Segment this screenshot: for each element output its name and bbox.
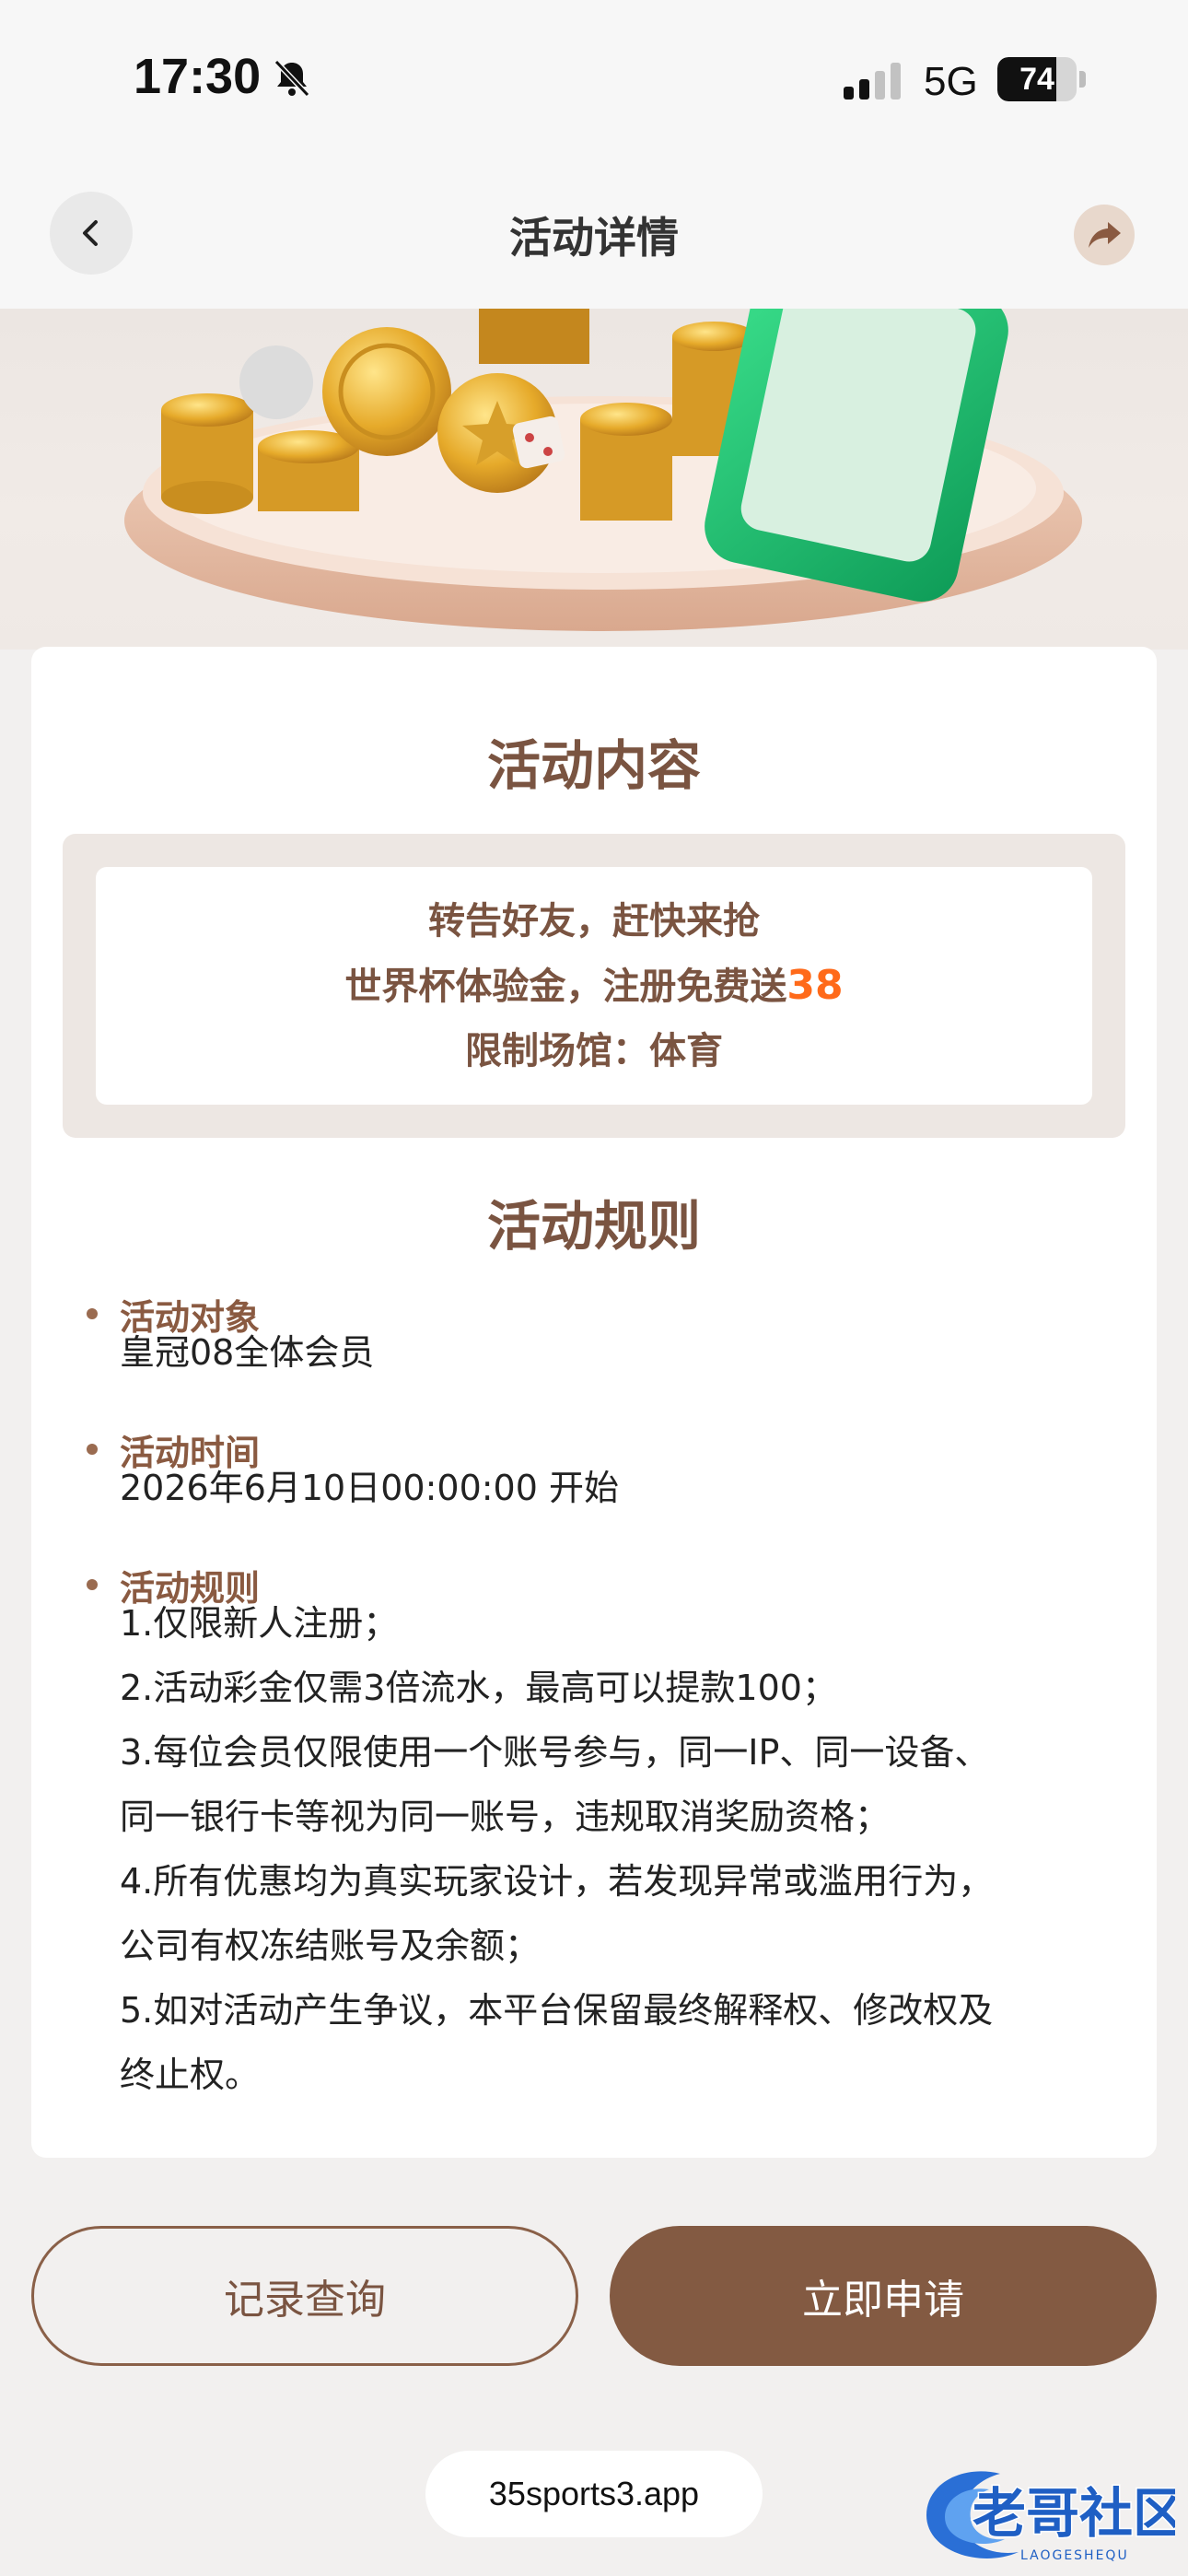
content-line-2-text: 世界杯体验金，注册免费送 (344, 965, 787, 1008)
share-button[interactable] (1074, 205, 1135, 265)
browser-url-bar[interactable]: 35sports3.app (425, 2451, 763, 2537)
content-line-3: 限制场馆：体育 (465, 1029, 723, 1072)
activity-content-box: 转告好友，赶快来抢 世界杯体验金，注册免费送38 限制场馆：体育 (63, 834, 1125, 1138)
bell-off-icon (274, 59, 310, 98)
content-line-2: 世界杯体验金，注册免费送38 (344, 954, 843, 1019)
time-value: 2026年6月10日00:00:00 开始 (120, 1468, 619, 1508)
bonus-amount: 38 (786, 961, 844, 1009)
watermark-logo: 老哥社区 LAOGESHEQU (926, 2471, 1175, 2563)
records-query-button[interactable]: 记录查询 (31, 2226, 578, 2366)
rule-item-2: 2.活动彩金仅需3倍流水，最高可以提款100； (120, 1668, 837, 1708)
rule-item-3b: 同一银行卡等视为同一账号，违规取消奖励资格； (120, 1797, 891, 1837)
activity-content-inner: 转告好友，赶快来抢 世界杯体验金，注册免费送38 限制场馆：体育 (96, 867, 1092, 1105)
rule-item-5b: 终止权。 (120, 2055, 261, 2095)
rule-item-4a: 4.所有优惠均为真实玩家设计，若发现异常或滥用行为， (120, 1861, 994, 1902)
status-bar: 17:30 5G 74 (0, 0, 1188, 157)
svg-text:LAOGESHEQU: LAOGESHEQU (1020, 2548, 1129, 2563)
battery-indicator: 74 (997, 57, 1086, 101)
promo-banner-image (0, 309, 1188, 650)
network-type: 5G (924, 59, 978, 104)
coins-illustration (124, 309, 1082, 631)
status-time: 17:30 (134, 49, 262, 104)
rule-item-1: 1.仅限新人注册； (120, 1603, 399, 1644)
rule-item-5a: 5.如对活动产生争议，本平台保留最终解释权、修改权及 (120, 1990, 994, 2031)
bullet-dot (87, 1308, 98, 1319)
battery-level: 74 (1019, 62, 1054, 97)
target-value: 皇冠08全体会员 (120, 1332, 375, 1373)
share-icon (1089, 222, 1121, 248)
activity-content-title: 活动内容 (486, 734, 701, 797)
nav-header: 活动详情 (0, 157, 1188, 309)
rule-item-4b: 公司有权冻结账号及余额； (120, 1926, 541, 1966)
page-title: 活动详情 (509, 213, 679, 263)
activity-rules-title: 活动规则 (486, 1195, 701, 1258)
content-line-1: 转告好友，赶快来抢 (428, 899, 760, 943)
rule-item-3a: 3.每位会员仅限使用一个账号参与，同一IP、同一设备、 (120, 1732, 990, 1773)
svg-text:老哥社区: 老哥社区 (973, 2482, 1175, 2545)
bullet-dot (87, 1444, 98, 1455)
bullet-dot (87, 1579, 98, 1590)
activity-card: 活动内容 转告好友，赶快来抢 世界杯体验金，注册免费送38 限制场馆：体育 活动… (31, 647, 1157, 2158)
cellular-signal-icon (844, 63, 901, 100)
apply-now-button[interactable]: 立即申请 (610, 2226, 1157, 2366)
